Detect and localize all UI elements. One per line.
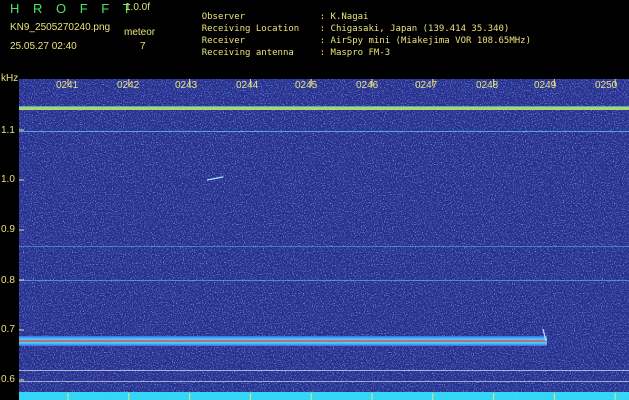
info-value: : Maspro FM-3 <box>319 48 391 58</box>
x-tick-label: 0250 <box>595 80 618 91</box>
signal-line <box>19 280 629 281</box>
x-tick-label: 0242 <box>117 80 140 91</box>
signal-band <box>19 336 547 346</box>
signal-line <box>19 370 629 371</box>
meteor-count: 7 <box>140 41 146 52</box>
signal-line <box>19 106 629 107</box>
x-tick-label: 0245 <box>295 80 318 91</box>
info-row-antenna: Receiving antenna : Maspro FM-3 <box>180 40 390 67</box>
x-tick-label: 0247 <box>415 80 438 91</box>
x-tick-label: 0248 <box>476 80 499 91</box>
x-tick-label: 0246 <box>356 80 379 91</box>
y-tick-label: 0.7 <box>1 324 15 335</box>
y-axis-unit: kHz <box>1 73 19 84</box>
x-tick-label: 0241 <box>56 80 79 91</box>
signal-line <box>19 381 629 382</box>
info-key: Receiving antenna <box>201 48 294 58</box>
spectrogram-canvas <box>19 79 629 400</box>
y-tick-label: 1.1 <box>1 125 15 136</box>
filename-label: KN9_2505270240.png <box>10 22 111 33</box>
spectrogram-plot <box>19 79 629 400</box>
y-tick-label: 0.8 <box>1 275 15 286</box>
meteor-label: meteor <box>124 27 156 38</box>
signal-line <box>19 107 629 110</box>
header-panel: H R O F F T 1.0.0f KN9_2505270240.png 25… <box>0 0 629 74</box>
signal-line <box>19 246 629 247</box>
y-tick-label: 0.9 <box>1 224 15 235</box>
datetime-label: 25.05.27 02:40 <box>10 41 77 52</box>
app-title: H R O F F T <box>10 1 136 16</box>
noise-floor-band <box>19 392 629 400</box>
x-tick-label: 0249 <box>534 80 557 91</box>
y-tick-label: 0.6 <box>1 374 15 385</box>
x-tick-label: 0243 <box>175 80 198 91</box>
signal-line <box>19 131 629 132</box>
version-label: 1.0.0f <box>125 2 151 13</box>
spectrogram-noise <box>19 79 629 400</box>
x-tick-label: 0244 <box>236 80 259 91</box>
y-tick-label: 1.0 <box>1 174 15 185</box>
